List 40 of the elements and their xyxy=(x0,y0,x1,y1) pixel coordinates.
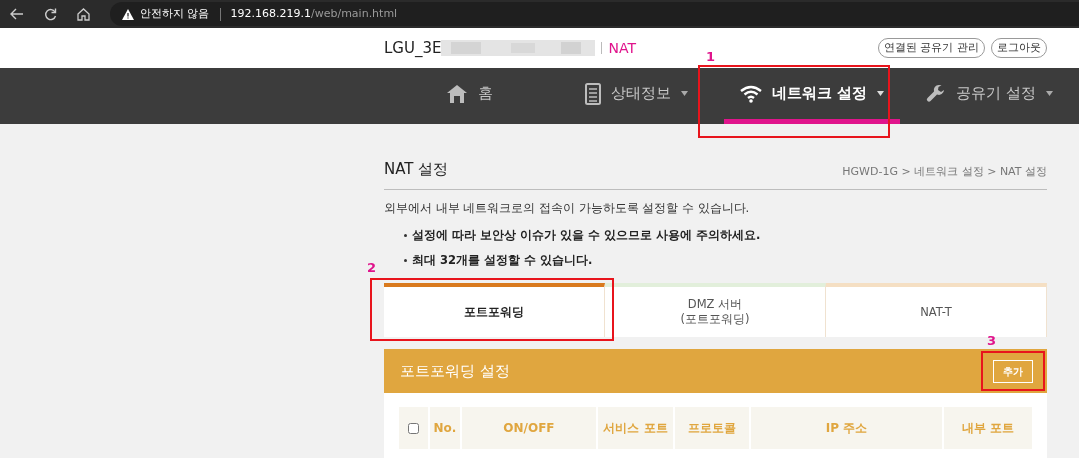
nav-item[interactable]: 네트워크 설정 xyxy=(724,68,901,124)
column-header: 서비스 포트 xyxy=(598,407,673,450)
nav-item[interactable]: 공유기 설정 xyxy=(910,68,1069,124)
column-header: 프로토콜 xyxy=(674,407,749,450)
nav-item[interactable]: 상태정보 xyxy=(569,68,704,124)
address-bar[interactable]: 안전하지 않음 192.168.219.1/web/main.html xyxy=(110,2,1079,26)
nav-item[interactable]: 홈 xyxy=(430,68,509,124)
header-button[interactable]: 로그아웃 xyxy=(991,38,1047,58)
network-name: LGU_3E xyxy=(384,37,442,59)
home-icon xyxy=(446,83,468,104)
tab[interactable]: DMZ 서버 (포트포워딩) xyxy=(605,283,826,338)
column-header: No. xyxy=(430,407,460,450)
home-icon[interactable] xyxy=(77,7,90,21)
document-icon xyxy=(585,82,601,105)
column-header: IP 주소 xyxy=(750,407,943,450)
description-text: 외부에서 내부 네트워크로의 접속이 가능하도록 설정할 수 있습니다. xyxy=(384,199,751,217)
url-path: /web/main.html xyxy=(311,5,398,22)
note-text: 설정에 따라 보안상 이슈가 있을 수 있으므로 사용에 주의하세요. xyxy=(412,226,761,244)
bullet-icon xyxy=(404,259,407,263)
security-label: 안전하지 않음 xyxy=(140,5,210,22)
note-text: 최대 32개를 설정할 수 있습니다. xyxy=(412,252,593,269)
page-title: NAT 설정 xyxy=(384,159,449,180)
warning-icon xyxy=(122,8,134,20)
panel-title: 포트포워딩 설정 xyxy=(400,361,510,382)
tab[interactable]: 포트포워딩 xyxy=(384,283,605,338)
header-button[interactable]: 연결된 공유기 관리 xyxy=(878,38,985,58)
step-number: 2 xyxy=(367,259,377,277)
wifi-icon xyxy=(740,84,762,103)
reload-icon[interactable] xyxy=(44,7,57,21)
bullet-icon xyxy=(404,233,407,237)
back-icon[interactable] xyxy=(10,8,24,20)
column-header: ON/OFF xyxy=(461,407,597,450)
step-number: 1 xyxy=(706,48,716,66)
breadcrumb: HGWD-1G > 네트워크 설정 > NAT 설정 xyxy=(842,164,1047,180)
column-header: 내부 포트 xyxy=(944,407,1032,450)
wrench-icon xyxy=(926,83,947,104)
select-all-checkbox[interactable] xyxy=(408,422,420,434)
url-host: 192.168.219.1 xyxy=(230,5,311,22)
highlight-frame xyxy=(981,351,1045,391)
mode-label: NAT xyxy=(608,38,636,58)
